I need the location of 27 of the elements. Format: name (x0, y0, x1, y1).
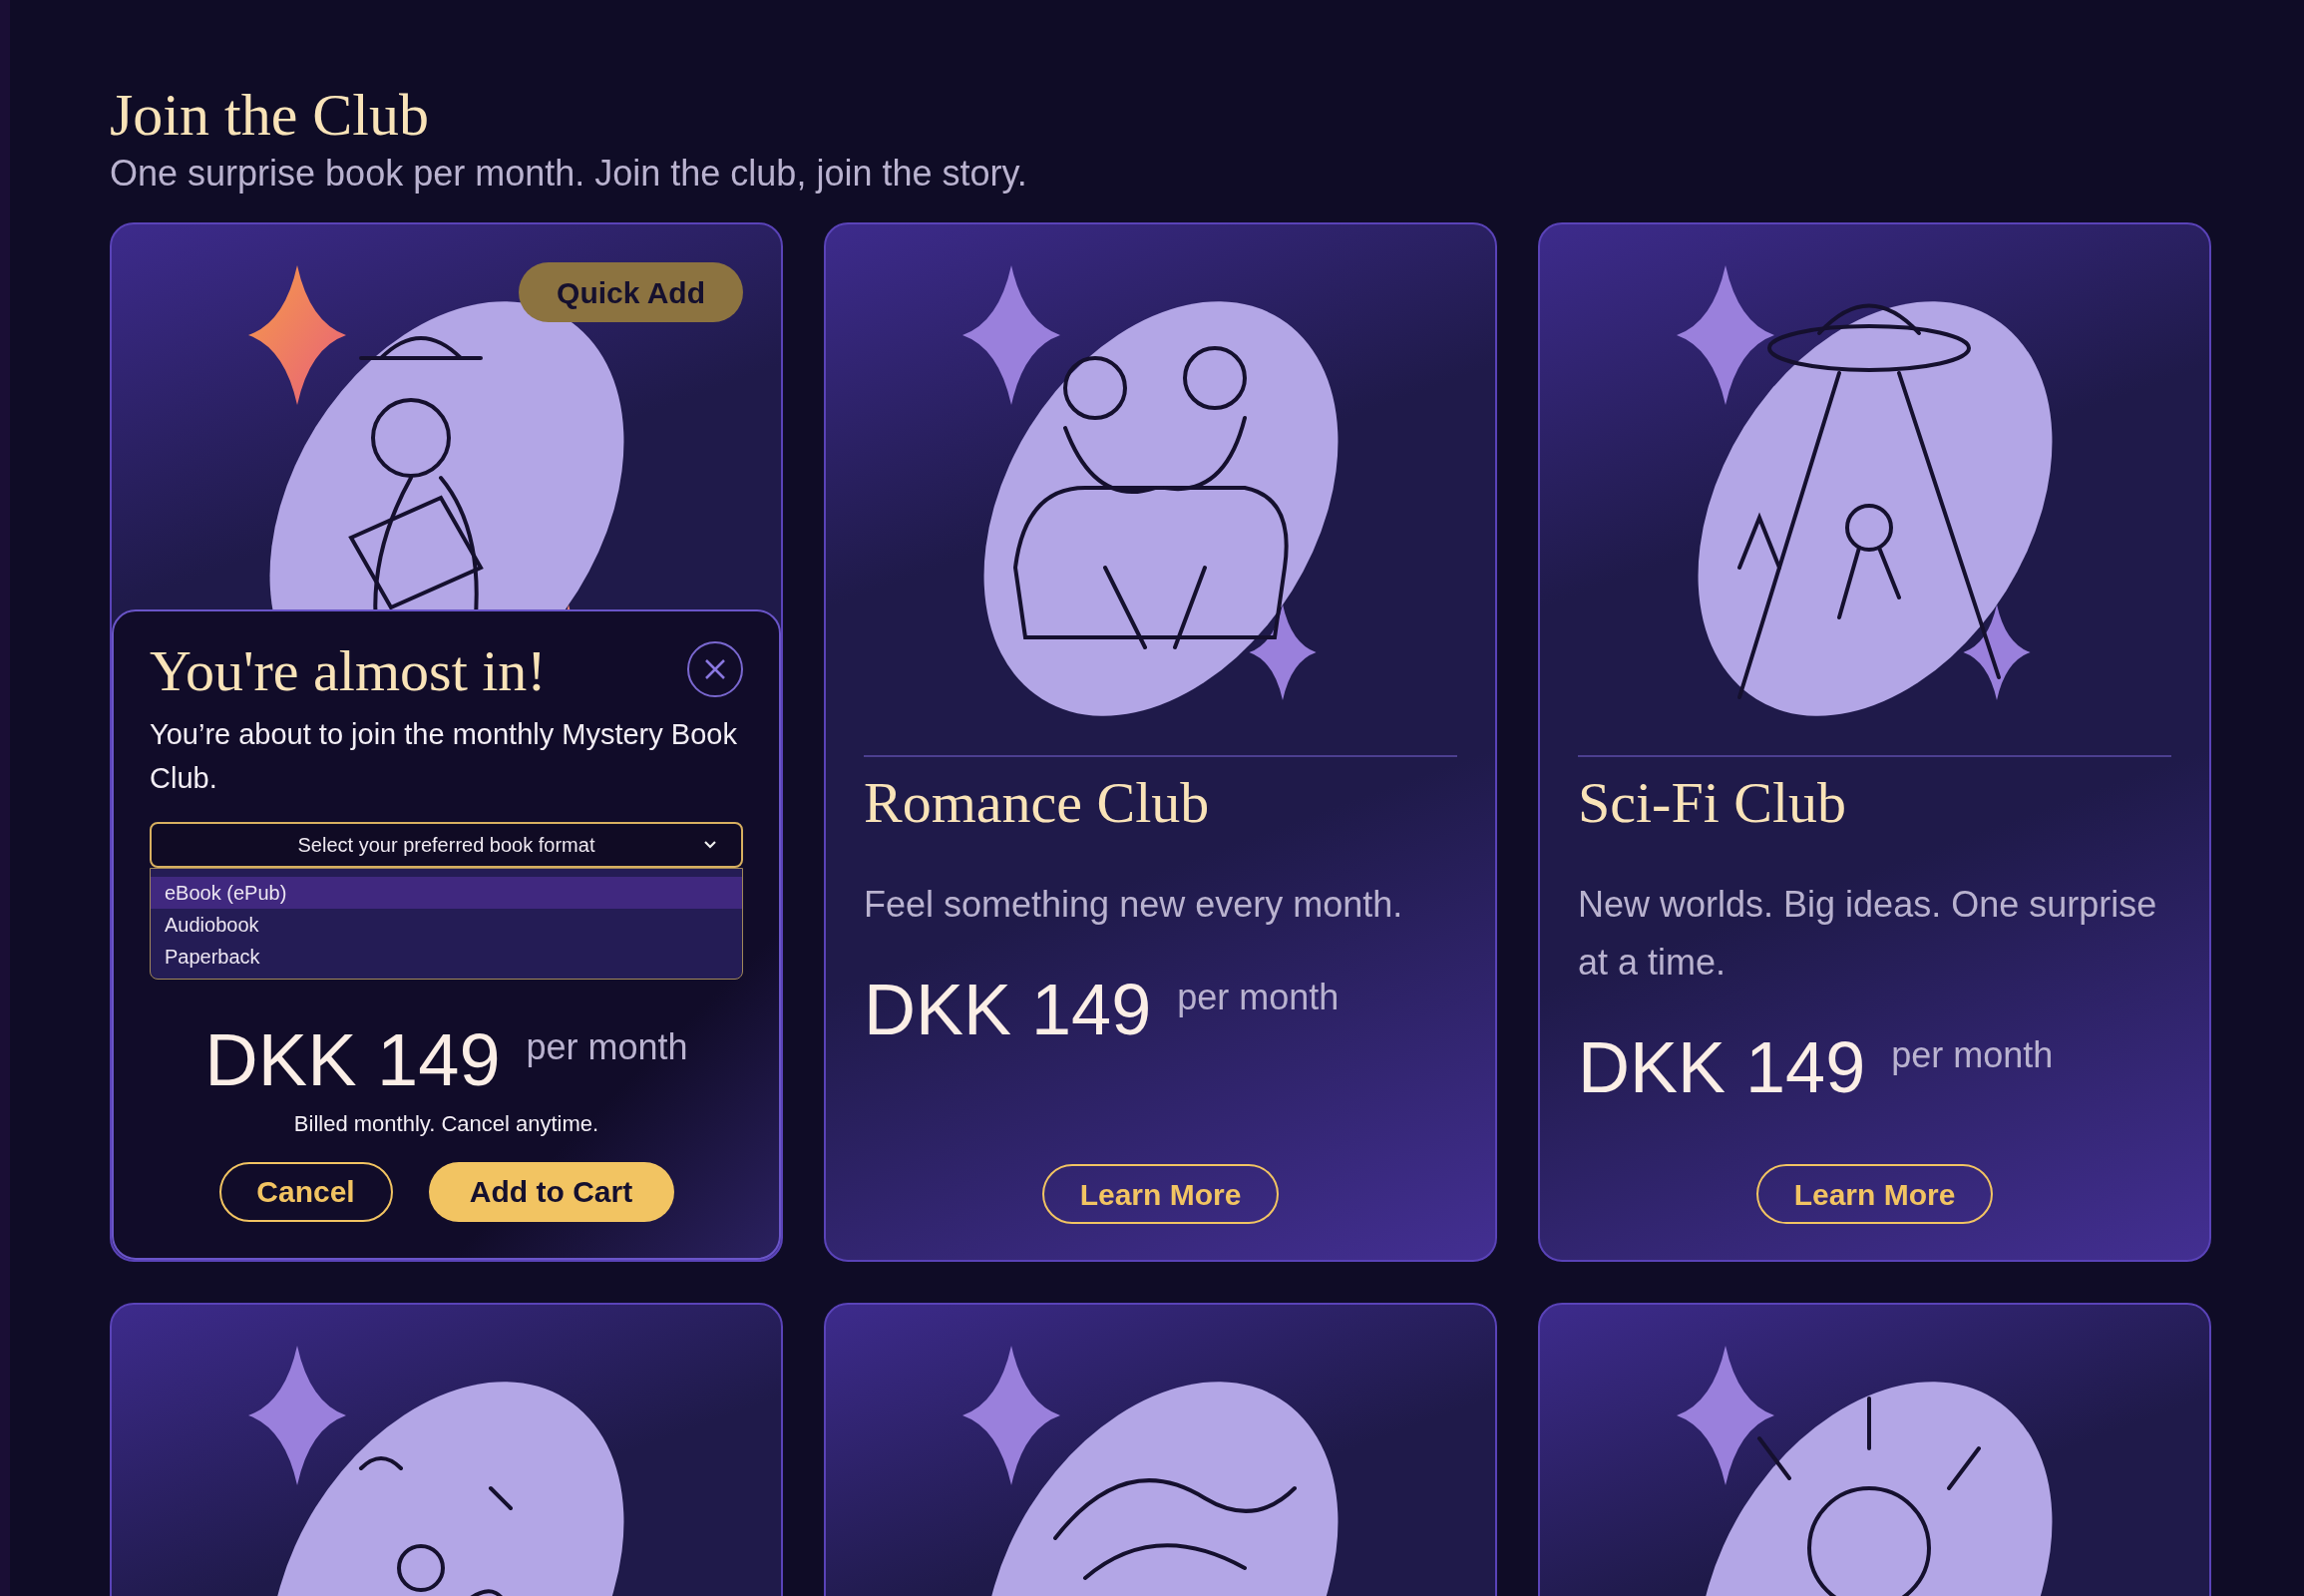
page-title: Join the Club (110, 81, 430, 150)
format-option[interactable]: Audiobook (151, 908, 742, 941)
format-select[interactable]: Select your preferred book format (150, 821, 743, 868)
format-option[interactable]: eBook (ePub) (151, 876, 742, 909)
chevron-down-icon (703, 840, 717, 849)
dialog-title: You're almost in! (150, 637, 547, 705)
learn-more-button[interactable]: Learn More (1041, 1164, 1280, 1224)
cancel-button[interactable]: Cancel (218, 1161, 393, 1222)
add-to-cart-button[interactable]: Add to Cart (428, 1161, 674, 1222)
close-button[interactable] (687, 641, 743, 697)
format-option[interactable]: Paperback (151, 940, 742, 973)
price: DKK 149 (1578, 1030, 1866, 1103)
club-description: New worlds. Big ideas. One surprise at a time. (1578, 882, 2158, 985)
club-title: Sci-Fi Club (1578, 769, 1848, 837)
price: DKK 149 (204, 1022, 501, 1097)
page-subtitle: One surprise book per month. Join the club, join the story. (110, 152, 1028, 196)
club-description: Feel something new every month. (864, 882, 1404, 927)
club-title: Romance Club (864, 769, 1211, 837)
billing-note: Billed monthly. Cancel anytime. (292, 1109, 600, 1138)
close-icon (704, 658, 726, 680)
quick-add-badge[interactable]: Quick Add (519, 262, 743, 322)
billing-period: per month (1177, 979, 1340, 1015)
learn-more-button[interactable]: Learn More (1755, 1164, 1994, 1224)
dialog-message: You’re about to join the monthly Mystery Book Club. (150, 716, 738, 796)
price: DKK 149 (864, 973, 1152, 1045)
billing-period: per month (1891, 1036, 2054, 1073)
billing-period: per month (526, 1028, 688, 1065)
